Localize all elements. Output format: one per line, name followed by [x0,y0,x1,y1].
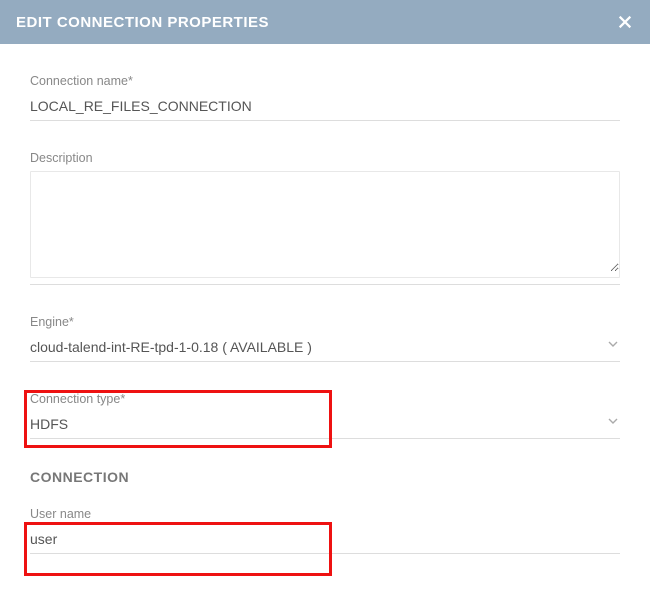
user-name-input[interactable] [30,527,620,554]
dialog-header: EDIT CONNECTION PROPERTIES [0,0,650,44]
close-icon[interactable] [616,13,634,31]
connection-name-label: Connection name* [30,74,620,88]
connection-name-input[interactable] [30,94,620,121]
field-connection-name: Connection name* [30,74,620,121]
field-engine: Engine* [30,315,620,362]
description-label: Description [30,151,620,165]
section-title-connection: CONNECTION [30,469,620,485]
field-user-name: User name [30,507,620,554]
field-connection-type: Connection type* [30,392,620,439]
field-description: Description [30,151,620,285]
dialog-title: EDIT CONNECTION PROPERTIES [16,14,269,31]
engine-label: Engine* [30,315,620,329]
engine-select[interactable] [30,335,620,362]
connection-type-select[interactable] [30,412,620,439]
description-textarea-wrap [30,171,620,278]
dialog-body: Connection name* Description Engine* Con… [0,44,650,604]
description-textarea[interactable] [31,172,619,272]
user-name-label: User name [30,507,620,521]
connection-type-label: Connection type* [30,392,620,406]
